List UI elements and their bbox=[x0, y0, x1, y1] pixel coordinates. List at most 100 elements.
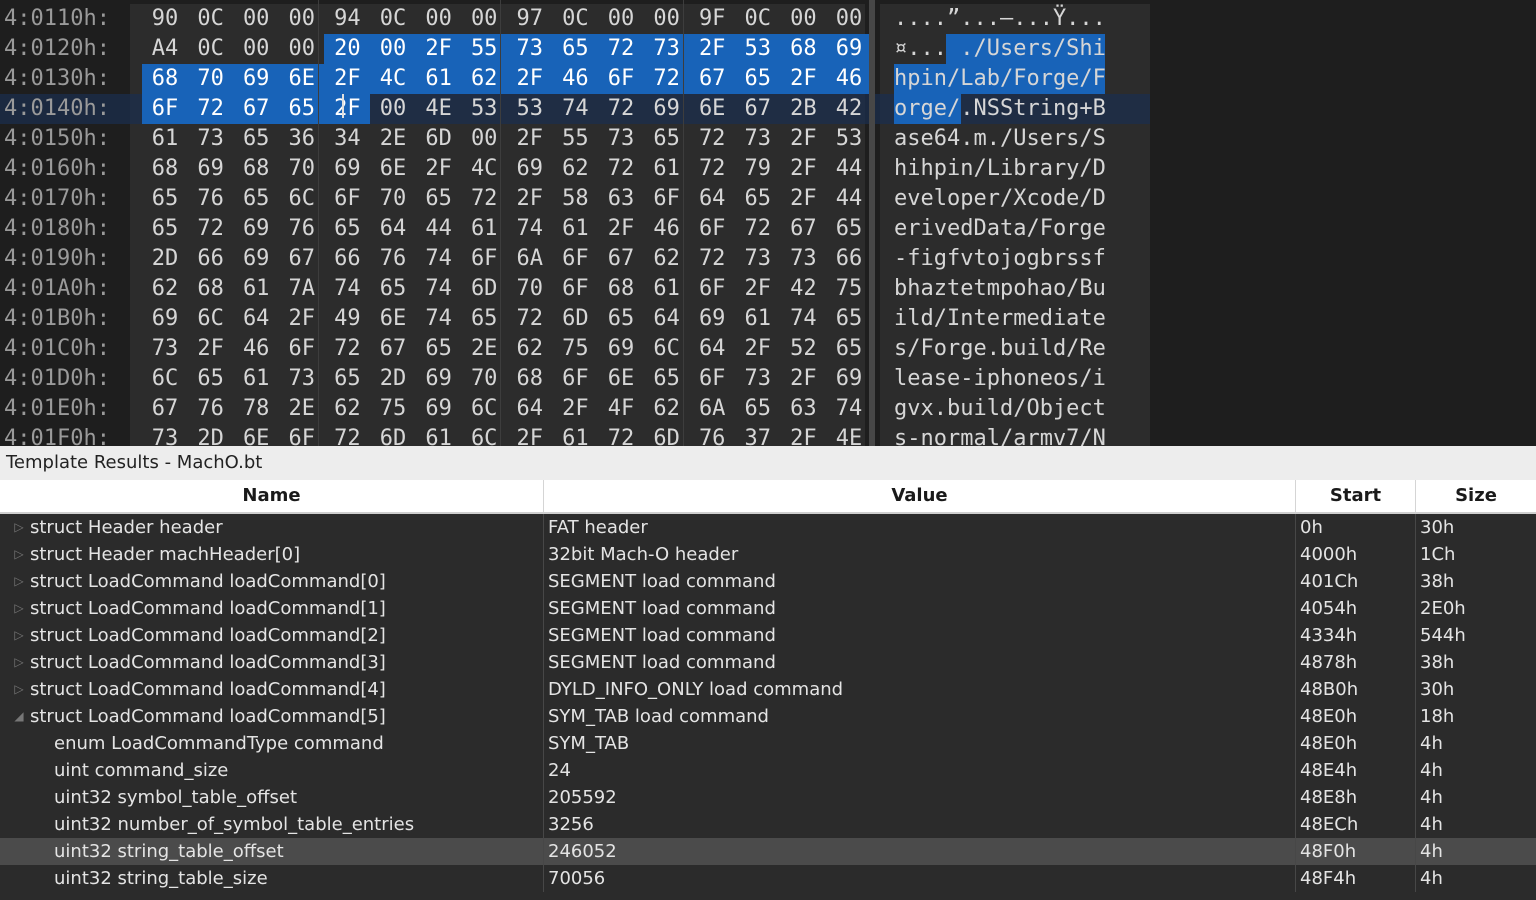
collapsed-arrow-icon[interactable]: ▷ bbox=[12, 622, 26, 649]
hex-byte[interactable]: 72 bbox=[188, 214, 234, 244]
hex-ascii-text[interactable]: s-normal/armv7/N bbox=[894, 424, 1106, 446]
hex-byte[interactable]: 72 bbox=[324, 334, 370, 364]
hex-byte[interactable]: 65 bbox=[233, 184, 279, 214]
hex-byte[interactable]: 0C bbox=[188, 4, 234, 34]
hex-byte[interactable]: 2F bbox=[780, 184, 826, 214]
hex-byte[interactable]: 68 bbox=[780, 34, 827, 64]
hex-byte[interactable]: 73 bbox=[735, 364, 781, 394]
hex-byte[interactable]: 2F bbox=[324, 64, 371, 94]
hex-byte[interactable]: 72 bbox=[689, 124, 735, 154]
hex-byte[interactable]: 67 bbox=[370, 334, 416, 364]
hex-byte[interactable]: 00 bbox=[416, 4, 462, 34]
hex-byte[interactable]: 72 bbox=[507, 304, 553, 334]
hex-byte[interactable]: 75 bbox=[826, 274, 872, 304]
hex-byte[interactable]: 2E bbox=[370, 124, 416, 154]
hex-byte[interactable]: A4 bbox=[142, 34, 188, 64]
hex-byte[interactable]: 44 bbox=[826, 184, 872, 214]
hex-byte[interactable]: 46 bbox=[826, 64, 872, 94]
hex-byte[interactable]: 2F bbox=[507, 424, 553, 446]
hex-ascii-splitter[interactable] bbox=[869, 0, 875, 446]
hex-byte[interactable]: 6F bbox=[552, 274, 598, 304]
hex-byte[interactable]: 69 bbox=[324, 154, 370, 184]
hex-byte[interactable]: 6F bbox=[689, 214, 735, 244]
hex-byte[interactable]: 67 bbox=[735, 94, 781, 124]
hex-byte[interactable]: 37 bbox=[735, 424, 781, 446]
hex-ascii-text[interactable]: erivedData/Forge bbox=[894, 214, 1106, 244]
hex-byte[interactable]: 00 bbox=[598, 4, 644, 34]
hex-byte[interactable]: 69 bbox=[826, 364, 872, 394]
table-row[interactable]: uint32 number_of_symbol_table_entries 325… bbox=[0, 811, 1536, 838]
hex-byte[interactable]: 2D bbox=[142, 244, 188, 274]
table-row[interactable]: ▷ struct Header header FAT header 0h 30h bbox=[0, 514, 1536, 541]
hex-byte[interactable]: 6E bbox=[598, 364, 644, 394]
hex-byte[interactable]: 4C bbox=[370, 64, 416, 94]
table-row[interactable]: uint32 string_table_offset 246052 48F0h 4h bbox=[0, 838, 1536, 865]
hex-row[interactable]: 4:0140h: 6F 72 67 65 2F 00 4E 53 53 74 72 69 6E 67 2B 42… bbox=[0, 94, 1150, 124]
hex-byte[interactable]: 67 bbox=[780, 214, 826, 244]
hex-ascii-text[interactable]: ¤... ./Users/Shi bbox=[894, 34, 1106, 64]
hex-byte[interactable]: 72 bbox=[735, 214, 781, 244]
hex-ascii-text[interactable]: gvx.build/Object bbox=[894, 394, 1106, 424]
hex-byte[interactable]: 69 bbox=[188, 154, 234, 184]
hex-byte[interactable]: 55 bbox=[552, 124, 598, 154]
hex-byte[interactable]: 73 bbox=[142, 334, 188, 364]
hex-byte[interactable]: 2F bbox=[780, 364, 826, 394]
hex-byte[interactable]: 46 bbox=[552, 64, 599, 94]
hex-byte[interactable]: 6F bbox=[552, 364, 598, 394]
hex-byte[interactable]: 64 bbox=[233, 304, 279, 334]
hex-byte[interactable]: 53 bbox=[507, 94, 553, 124]
hex-byte[interactable]: 65 bbox=[735, 394, 781, 424]
hex-byte[interactable]: 75 bbox=[552, 334, 598, 364]
hex-byte[interactable]: 6F bbox=[689, 274, 735, 304]
collapsed-arrow-icon[interactable]: ▷ bbox=[12, 595, 26, 622]
hex-byte[interactable]: 72 bbox=[598, 424, 644, 446]
hex-byte[interactable]: 73 bbox=[142, 424, 188, 446]
hex-byte[interactable]: 73 bbox=[735, 124, 781, 154]
hex-byte[interactable]: 2F bbox=[780, 424, 826, 446]
hex-byte[interactable]: 6F bbox=[142, 94, 188, 124]
hex-byte[interactable]: 65 bbox=[552, 34, 599, 64]
hex-byte[interactable]: 72 bbox=[689, 154, 735, 184]
hex-byte[interactable]: 44 bbox=[416, 214, 462, 244]
column-header-start[interactable]: Start bbox=[1296, 480, 1416, 512]
hex-row[interactable]: 4:01D0h: 6C 65 61 73 65 2D 69 70 68 6F 6E 65 6F 73 2F 69… bbox=[0, 364, 1150, 394]
hex-byte[interactable]: 67 bbox=[142, 394, 188, 424]
hex-byte[interactable]: 69 bbox=[233, 214, 279, 244]
hex-byte[interactable]: 46 bbox=[233, 334, 279, 364]
hex-byte[interactable]: 34 bbox=[324, 124, 370, 154]
hex-byte[interactable]: 67 bbox=[598, 244, 644, 274]
hex-row[interactable]: 4:01F0h: 73 2D 6E 6F 72 6D 61 6C 2F 61 72 6D 76 37 2F 4E… bbox=[0, 424, 1150, 446]
hex-byte[interactable]: 00 bbox=[826, 4, 872, 34]
hex-byte[interactable]: 00 bbox=[780, 4, 826, 34]
hex-byte[interactable]: 9F bbox=[689, 4, 735, 34]
hex-byte[interactable]: 70 bbox=[507, 274, 553, 304]
hex-byte[interactable]: 70 bbox=[370, 184, 416, 214]
hex-byte[interactable]: 61 bbox=[415, 64, 462, 94]
hex-byte[interactable]: 78 bbox=[233, 394, 279, 424]
hex-byte[interactable]: 52 bbox=[780, 334, 826, 364]
hex-row[interactable]: 4:0150h: 61 73 65 36 34 2E 6D 00 2F 55 73 65 72 73 2F 53… bbox=[0, 124, 1150, 154]
hex-byte[interactable]: 74 bbox=[324, 274, 370, 304]
hex-ascii-text[interactable]: ....”...—...Ÿ... bbox=[894, 4, 1106, 34]
hex-byte[interactable]: 65 bbox=[826, 334, 872, 364]
hex-byte[interactable]: 73 bbox=[506, 34, 553, 64]
hex-row[interactable]: 4:01E0h: 67 76 78 2E 62 75 69 6C 64 2F 4F 62 6A 65 63 74… bbox=[0, 394, 1150, 424]
hex-byte[interactable]: 76 bbox=[689, 424, 735, 446]
hex-byte[interactable]: 61 bbox=[233, 274, 279, 304]
hex-byte[interactable]: 64 bbox=[507, 394, 553, 424]
column-header-value[interactable]: Value bbox=[544, 480, 1296, 512]
hex-byte[interactable]: 00 bbox=[233, 34, 279, 64]
hex-byte[interactable]: 6E bbox=[370, 304, 416, 334]
hex-byte[interactable]: 61 bbox=[552, 424, 598, 446]
hex-byte[interactable]: 6D bbox=[552, 304, 598, 334]
hex-byte[interactable]: 64 bbox=[689, 184, 735, 214]
expanded-arrow-icon[interactable]: ◢ bbox=[12, 703, 26, 730]
hex-byte[interactable]: 63 bbox=[780, 394, 826, 424]
hex-ascii-text[interactable]: eveloper/Xcode/D bbox=[894, 184, 1106, 214]
hex-editor-view[interactable]: 4:0110h: 90 0C 00 00 94 0C 00 00 97 0C 00 00 9F 0C 00 00… bbox=[0, 0, 1536, 446]
hex-byte[interactable]: 42 bbox=[780, 274, 826, 304]
hex-byte[interactable]: 2F bbox=[507, 124, 553, 154]
hex-byte[interactable]: 58 bbox=[552, 184, 598, 214]
hex-byte[interactable]: 0C bbox=[188, 34, 234, 64]
hex-byte[interactable]: 76 bbox=[188, 184, 234, 214]
